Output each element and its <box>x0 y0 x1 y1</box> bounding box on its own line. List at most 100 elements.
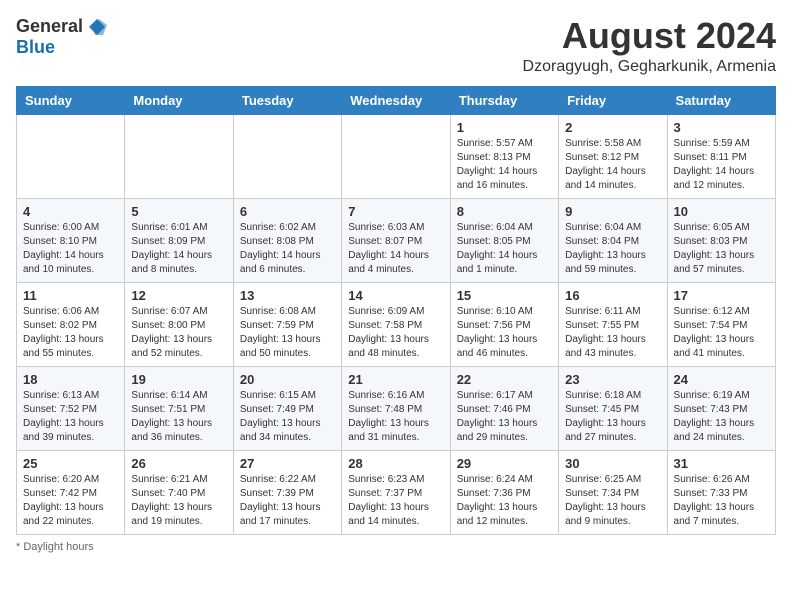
calendar-cell: 6 Sunrise: 6:02 AM Sunset: 8:08 PM Daylig… <box>233 198 341 282</box>
day-of-week-header: Monday <box>125 86 233 114</box>
calendar-cell: 1 Sunrise: 5:57 AM Sunset: 8:13 PM Daylig… <box>450 114 558 198</box>
day-number: 30 <box>565 456 660 471</box>
day-info: Sunrise: 5:57 AM Sunset: 8:13 PM Dayligh… <box>457 137 552 193</box>
calendar-header-row: SundayMondayTuesdayWednesdayThursdayFrid… <box>17 86 776 114</box>
calendar-cell <box>233 114 341 198</box>
calendar-cell: 14 Sunrise: 6:09 AM Sunset: 7:58 PM Dayli… <box>342 282 450 366</box>
calendar-cell: 13 Sunrise: 6:08 AM Sunset: 7:59 PM Dayli… <box>233 282 341 366</box>
calendar-cell: 22 Sunrise: 6:17 AM Sunset: 7:46 PM Dayli… <box>450 366 558 450</box>
day-number: 19 <box>131 372 226 387</box>
page-header: General Blue August 2024 Dzoragyugh, Geg… <box>16 16 776 76</box>
day-number: 24 <box>674 372 769 387</box>
day-info: Sunrise: 6:23 AM Sunset: 7:37 PM Dayligh… <box>348 473 443 529</box>
footer-note: * Daylight hours <box>16 541 776 553</box>
location: Dzoragyugh, Gegharkunik, Armenia <box>523 58 776 76</box>
day-info: Sunrise: 6:00 AM Sunset: 8:10 PM Dayligh… <box>23 221 118 277</box>
calendar-cell: 18 Sunrise: 6:13 AM Sunset: 7:52 PM Dayli… <box>17 366 125 450</box>
calendar-week-row: 4 Sunrise: 6:00 AM Sunset: 8:10 PM Daylig… <box>17 198 776 282</box>
day-number: 11 <box>23 288 118 303</box>
calendar-cell: 4 Sunrise: 6:00 AM Sunset: 8:10 PM Daylig… <box>17 198 125 282</box>
month-year: August 2024 <box>523 16 776 56</box>
day-info: Sunrise: 6:14 AM Sunset: 7:51 PM Dayligh… <box>131 389 226 445</box>
title-section: August 2024 Dzoragyugh, Gegharkunik, Arm… <box>523 16 776 76</box>
day-of-week-header: Wednesday <box>342 86 450 114</box>
calendar-cell: 3 Sunrise: 5:59 AM Sunset: 8:11 PM Daylig… <box>667 114 775 198</box>
day-info: Sunrise: 6:10 AM Sunset: 7:56 PM Dayligh… <box>457 305 552 361</box>
calendar-cell: 27Sunrise: 6:22 AM Sunset: 7:39 PM Dayli… <box>233 450 341 534</box>
day-info: Sunrise: 6:08 AM Sunset: 7:59 PM Dayligh… <box>240 305 335 361</box>
day-number: 4 <box>23 204 118 219</box>
calendar-cell: 31Sunrise: 6:26 AM Sunset: 7:33 PM Dayli… <box>667 450 775 534</box>
day-info: Sunrise: 6:20 AM Sunset: 7:42 PM Dayligh… <box>23 473 118 529</box>
calendar-cell: 16Sunrise: 6:11 AM Sunset: 7:55 PM Dayli… <box>559 282 667 366</box>
day-info: Sunrise: 6:17 AM Sunset: 7:46 PM Dayligh… <box>457 389 552 445</box>
day-number: 21 <box>348 372 443 387</box>
day-info: Sunrise: 6:06 AM Sunset: 8:02 PM Dayligh… <box>23 305 118 361</box>
day-info: Sunrise: 6:19 AM Sunset: 7:43 PM Dayligh… <box>674 389 769 445</box>
day-info: Sunrise: 6:05 AM Sunset: 8:03 PM Dayligh… <box>674 221 769 277</box>
day-number: 17 <box>674 288 769 303</box>
calendar-cell <box>342 114 450 198</box>
day-info: Sunrise: 6:11 AM Sunset: 7:55 PM Dayligh… <box>565 305 660 361</box>
day-of-week-header: Sunday <box>17 86 125 114</box>
day-info: Sunrise: 6:07 AM Sunset: 8:00 PM Dayligh… <box>131 305 226 361</box>
calendar-cell: 21 Sunrise: 6:16 AM Sunset: 7:48 PM Dayli… <box>342 366 450 450</box>
day-number: 13 <box>240 288 335 303</box>
day-number: 23 <box>565 372 660 387</box>
calendar-cell: 26Sunrise: 6:21 AM Sunset: 7:40 PM Dayli… <box>125 450 233 534</box>
day-info: Sunrise: 6:04 AM Sunset: 8:05 PM Dayligh… <box>457 221 552 277</box>
calendar-cell: 12Sunrise: 6:07 AM Sunset: 8:00 PM Dayli… <box>125 282 233 366</box>
calendar-cell: 5Sunrise: 6:01 AM Sunset: 8:09 PM Daylig… <box>125 198 233 282</box>
day-info: Sunrise: 6:18 AM Sunset: 7:45 PM Dayligh… <box>565 389 660 445</box>
day-number: 29 <box>457 456 552 471</box>
day-of-week-header: Friday <box>559 86 667 114</box>
day-info: Sunrise: 6:09 AM Sunset: 7:58 PM Dayligh… <box>348 305 443 361</box>
day-number: 20 <box>240 372 335 387</box>
day-of-week-header: Tuesday <box>233 86 341 114</box>
calendar-cell <box>17 114 125 198</box>
logo: General Blue <box>16 16 107 58</box>
day-number: 22 <box>457 372 552 387</box>
day-info: Sunrise: 6:24 AM Sunset: 7:36 PM Dayligh… <box>457 473 552 529</box>
calendar-cell: 20Sunrise: 6:15 AM Sunset: 7:49 PM Dayli… <box>233 366 341 450</box>
calendar-cell: 23 Sunrise: 6:18 AM Sunset: 7:45 PM Dayli… <box>559 366 667 450</box>
calendar-cell: 17 Sunrise: 6:12 AM Sunset: 7:54 PM Dayli… <box>667 282 775 366</box>
daylight-note-label: Daylight hours <box>23 541 93 553</box>
day-number: 18 <box>23 372 118 387</box>
calendar-cell: 8Sunrise: 6:04 AM Sunset: 8:05 PM Daylig… <box>450 198 558 282</box>
calendar-cell: 10 Sunrise: 6:05 AM Sunset: 8:03 PM Dayli… <box>667 198 775 282</box>
day-number: 14 <box>348 288 443 303</box>
day-info: Sunrise: 6:03 AM Sunset: 8:07 PM Dayligh… <box>348 221 443 277</box>
day-info: Sunrise: 6:02 AM Sunset: 8:08 PM Dayligh… <box>240 221 335 277</box>
day-of-week-header: Saturday <box>667 86 775 114</box>
day-number: 9 <box>565 204 660 219</box>
calendar-cell: 25 Sunrise: 6:20 AM Sunset: 7:42 PM Dayli… <box>17 450 125 534</box>
calendar-cell: 28 Sunrise: 6:23 AM Sunset: 7:37 PM Dayli… <box>342 450 450 534</box>
logo-blue-text: Blue <box>16 37 55 58</box>
calendar-cell: 2Sunrise: 5:58 AM Sunset: 8:12 PM Daylig… <box>559 114 667 198</box>
day-info: Sunrise: 6:16 AM Sunset: 7:48 PM Dayligh… <box>348 389 443 445</box>
logo-general-text: General <box>16 16 83 37</box>
day-info: Sunrise: 6:21 AM Sunset: 7:40 PM Dayligh… <box>131 473 226 529</box>
day-number: 2 <box>565 120 660 135</box>
day-number: 27 <box>240 456 335 471</box>
logo-icon <box>87 17 107 37</box>
day-number: 25 <box>23 456 118 471</box>
day-number: 1 <box>457 120 552 135</box>
day-number: 3 <box>674 120 769 135</box>
day-number: 28 <box>348 456 443 471</box>
day-info: Sunrise: 6:13 AM Sunset: 7:52 PM Dayligh… <box>23 389 118 445</box>
day-info: Sunrise: 6:12 AM Sunset: 7:54 PM Dayligh… <box>674 305 769 361</box>
day-info: Sunrise: 5:59 AM Sunset: 8:11 PM Dayligh… <box>674 137 769 193</box>
day-info: Sunrise: 6:04 AM Sunset: 8:04 PM Dayligh… <box>565 221 660 277</box>
calendar-cell: 9 Sunrise: 6:04 AM Sunset: 8:04 PM Daylig… <box>559 198 667 282</box>
calendar-week-row: 1 Sunrise: 5:57 AM Sunset: 8:13 PM Daylig… <box>17 114 776 198</box>
day-number: 15 <box>457 288 552 303</box>
day-number: 7 <box>348 204 443 219</box>
calendar-cell: 19 Sunrise: 6:14 AM Sunset: 7:51 PM Dayli… <box>125 366 233 450</box>
day-number: 6 <box>240 204 335 219</box>
calendar-week-row: 18 Sunrise: 6:13 AM Sunset: 7:52 PM Dayli… <box>17 366 776 450</box>
calendar-table: SundayMondayTuesdayWednesdayThursdayFrid… <box>16 86 776 535</box>
day-number: 10 <box>674 204 769 219</box>
calendar-cell: 7 Sunrise: 6:03 AM Sunset: 8:07 PM Daylig… <box>342 198 450 282</box>
